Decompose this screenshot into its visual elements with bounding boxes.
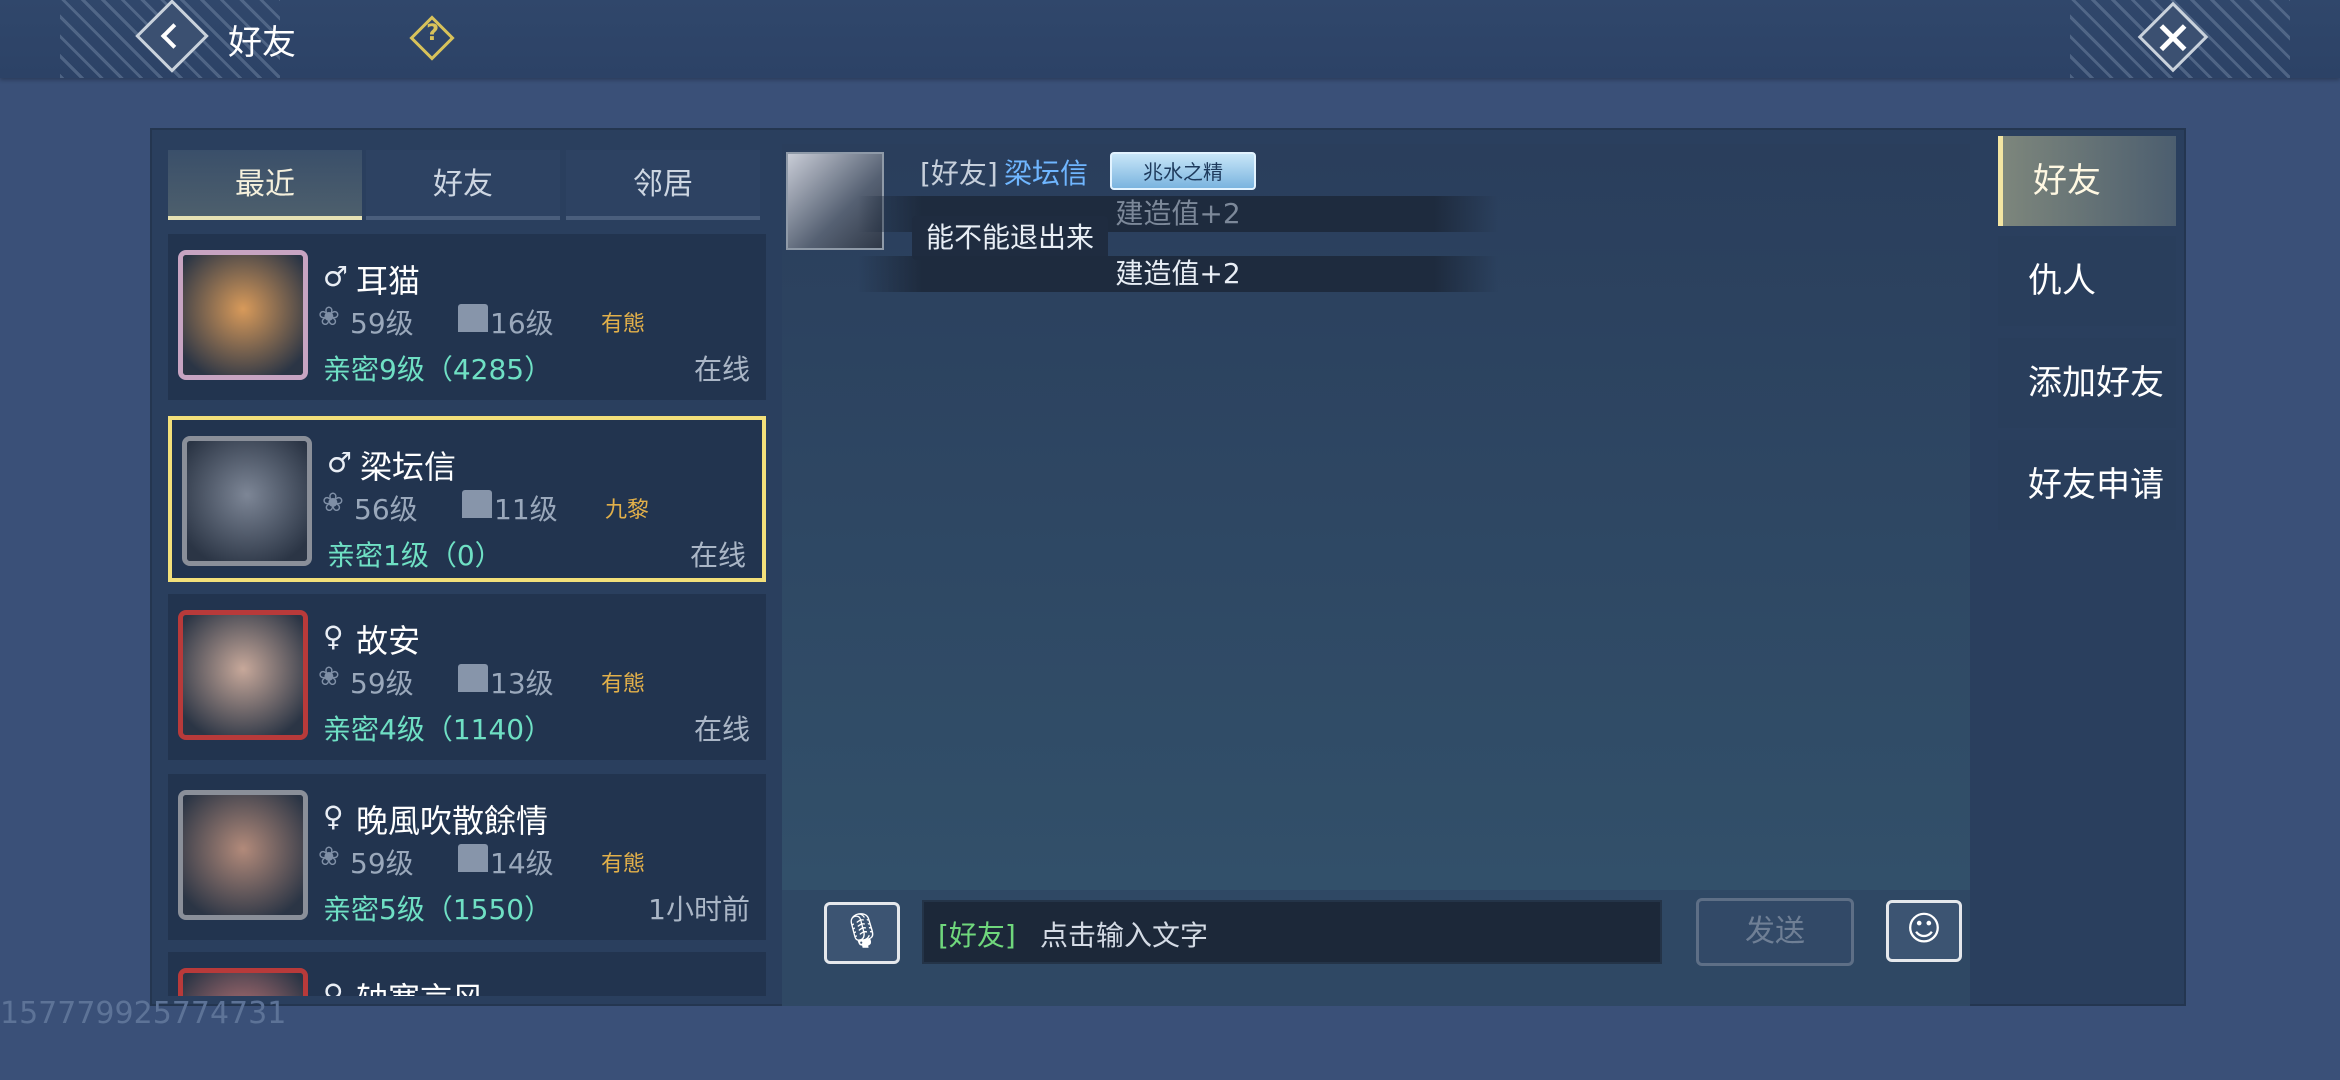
tab-recent[interactable]: 最近 [168, 150, 362, 220]
house-icon [462, 490, 492, 518]
avatar [182, 436, 312, 566]
friend-card[interactable]: ♂ 梁坛信 ❀ 56级 11级 九黎 亲密1级（0） 在线 [168, 416, 766, 582]
friend-card[interactable]: ♀ 晚風吹散餘情 ❀ 59级 14级 有態 亲密5级（1550） 1小时前 [168, 774, 766, 940]
online-status: 在线 [693, 353, 750, 386]
friend-name: 耳猫 [356, 262, 421, 300]
friend-name: 晚風吹散餘情 [356, 802, 549, 840]
tab-neighbors[interactable]: 邻居 [566, 150, 760, 220]
side-tab-enemies[interactable]: 仇人 [1998, 236, 2176, 326]
chat-sender-name[interactable]: 梁坛信 [1004, 152, 1088, 192]
gender-icon: ♀ [323, 978, 344, 996]
guild-name: 有態 [601, 672, 646, 697]
player-level: 59级 [350, 667, 414, 700]
guild-name: 九黎 [605, 498, 650, 523]
friend-card[interactable]: ♀ 故安 ❀ 59级 13级 有態 亲密4级（1140） 在线 [168, 594, 766, 760]
input-channel: [好友] [938, 919, 1016, 952]
guild-name: 有態 [601, 852, 646, 877]
gender-icon: ♂ [323, 260, 349, 293]
avatar [178, 968, 308, 996]
chat-channel: [好友] [920, 157, 998, 190]
side-tab-friends[interactable]: 好友 [1998, 136, 2176, 226]
avatar [178, 250, 308, 380]
friend-card[interactable]: ♀ 轴塞言风 [168, 952, 766, 996]
watermark-text: 157779925774731 [0, 996, 287, 1031]
level-icon: ❀ [318, 302, 340, 332]
tab-friends[interactable]: 好友 [366, 150, 560, 220]
house-level: 13级 [490, 667, 554, 700]
player-level: 56级 [354, 493, 418, 526]
send-button[interactable]: 发送 [1696, 898, 1854, 966]
friend-card[interactable]: ♂ 耳猫 ❀ 59级 16级 有態 亲密9级（4285） 在线 [168, 234, 766, 400]
microphone-icon[interactable]: 🎙 [824, 902, 900, 964]
friend-name: 轴塞言风 [356, 974, 484, 996]
question-icon[interactable]: ? [409, 15, 455, 61]
page-title: 好友 [228, 23, 296, 63]
player-level: 59级 [350, 307, 414, 340]
friend-name: 梁坛信 [360, 448, 457, 486]
friend-list: ♂ 耳猫 ❀ 59级 16级 有態 亲密9级（4285） 在线 ♂ 梁坛信 ❀ … [168, 234, 766, 996]
chat-message: 能不能退出来 [912, 216, 1109, 260]
list-tabs: 最近 好友 邻居 [168, 150, 762, 220]
house-icon [458, 304, 488, 332]
house-icon [458, 844, 488, 872]
system-message: 建造值+2 [858, 256, 1498, 292]
intimacy-level: 亲密4级（1140） [323, 713, 553, 746]
gender-icon: ♀ [323, 800, 344, 833]
house-icon [458, 664, 488, 692]
side-tab-friend-requests[interactable]: 好友申请 [1998, 440, 2176, 530]
player-level: 59级 [350, 847, 414, 880]
level-icon: ❀ [318, 842, 340, 872]
title-badge: 兆水之精 [1110, 152, 1256, 190]
intimacy-level: 亲密1级（0） [327, 539, 503, 572]
level-icon: ❀ [318, 662, 340, 692]
house-level: 16级 [490, 307, 554, 340]
gender-icon: ♀ [323, 620, 344, 653]
side-tab-add-friend[interactable]: 添加好友 [1998, 338, 2176, 428]
house-level: 11级 [494, 493, 558, 526]
online-status: 1小时前 [648, 893, 750, 926]
avatar [178, 790, 308, 920]
avatar [178, 610, 308, 740]
top-bar: 好友 ? [0, 0, 2340, 78]
gender-icon: ♂ [327, 446, 353, 479]
intimacy-level: 亲密9级（4285） [323, 353, 553, 386]
online-status: 在线 [689, 539, 746, 572]
intimacy-level: 亲密5级（1550） [323, 893, 553, 926]
online-status: 在线 [693, 713, 750, 746]
emoji-icon[interactable]: ☺ [1886, 900, 1962, 962]
guild-name: 有態 [601, 312, 646, 337]
friend-name: 故安 [356, 622, 421, 660]
level-icon: ❀ [322, 488, 344, 518]
input-placeholder[interactable]: 点击输入文字 [1040, 914, 1208, 954]
house-level: 14级 [490, 847, 554, 880]
chat-input[interactable] [922, 900, 1662, 964]
